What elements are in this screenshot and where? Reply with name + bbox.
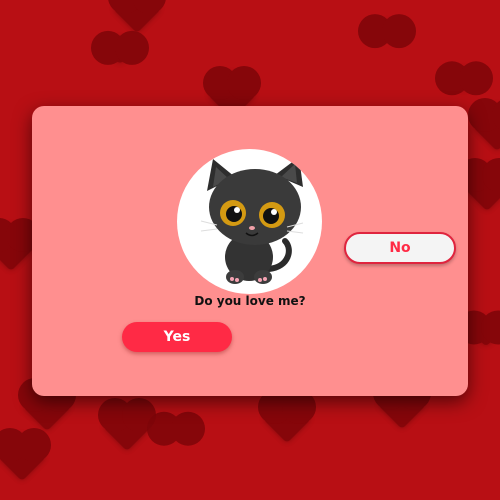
heart-icon (470, 315, 500, 347)
yes-button[interactable]: Yes (122, 322, 232, 352)
no-button[interactable]: No (344, 232, 456, 264)
heart-icon (377, 19, 397, 39)
heart-icon (472, 102, 500, 152)
love-question-dialog: Do you love me? No Yes (32, 106, 468, 396)
heart-icon (0, 222, 36, 272)
black-cat-illustration (200, 157, 304, 284)
heart-icon (451, 66, 477, 92)
heart-icon (0, 432, 47, 482)
question-text: Do you love me? (194, 294, 306, 308)
heart-icon (164, 416, 188, 440)
heart-icon (105, 35, 135, 65)
heart-icon (462, 162, 500, 212)
heart-icon (112, 0, 162, 34)
heart-icon (262, 394, 312, 444)
heart-icon (102, 402, 152, 452)
black-cat-icon (177, 149, 322, 294)
